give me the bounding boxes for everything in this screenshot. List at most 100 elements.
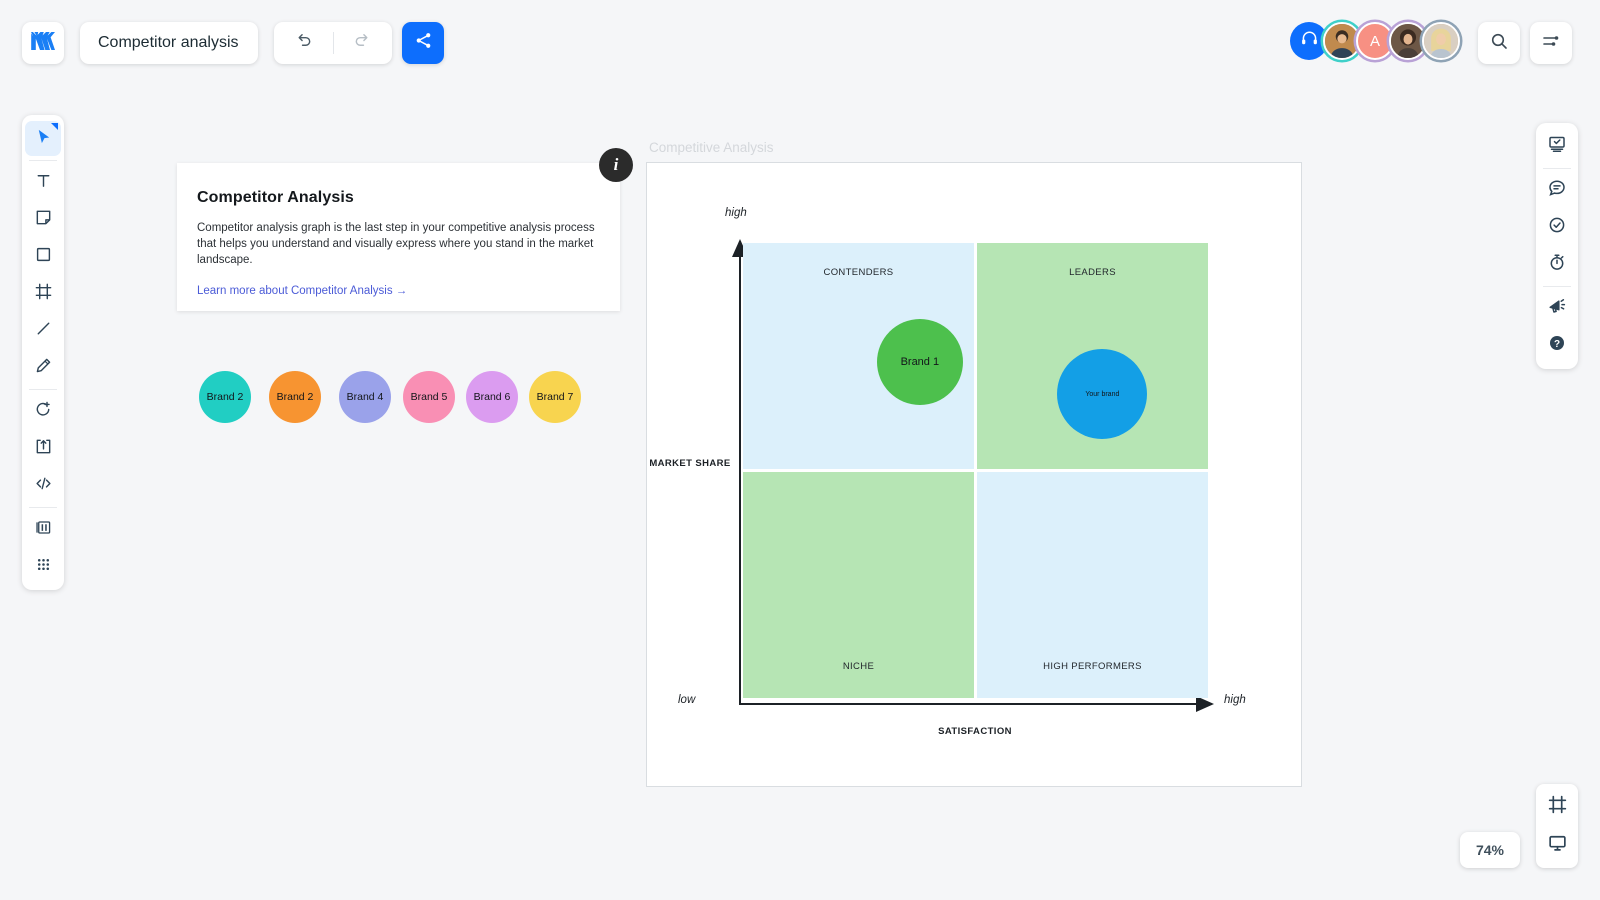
fit-to-frame-button[interactable] (1536, 788, 1578, 826)
quadrant-niche[interactable]: NICHE (743, 472, 974, 698)
brand-chip-label: Brand 6 (473, 391, 511, 403)
brand-chip[interactable]: Brand 2 (199, 371, 251, 423)
brand-chip[interactable]: Brand 5 (403, 371, 455, 423)
sticky-note-icon (34, 208, 53, 232)
brand-chip-label: Brand 2 (206, 391, 244, 403)
quadrant-label: LEADERS (1069, 267, 1116, 278)
zoom-level-button[interactable]: 74% (1459, 832, 1520, 868)
tool-shape[interactable] (22, 238, 64, 275)
info-card-body: Competitor analysis graph is the last st… (197, 222, 595, 266)
tool-upload[interactable] (22, 430, 64, 467)
tool-comment[interactable] (22, 393, 64, 430)
board-title-text: Competitor analysis (98, 34, 239, 51)
rail-comments[interactable] (1536, 172, 1578, 209)
brand-bubble[interactable]: Your brand (1057, 349, 1148, 440)
quadrant-high-performers[interactable]: HIGH PERFORMERS (977, 472, 1208, 698)
y-axis-title-text: MARKET SHARE (649, 458, 731, 469)
rail-present[interactable] (1536, 128, 1578, 165)
quadrant-label: HIGH PERFORMERS (1043, 661, 1142, 672)
tool-sticky-note[interactable] (22, 201, 64, 238)
tool-line[interactable] (22, 312, 64, 349)
board-settings-button[interactable] (1530, 22, 1572, 64)
tool-templates[interactable] (22, 511, 64, 548)
rail-voting[interactable] (1536, 209, 1578, 246)
redo-button[interactable] (334, 22, 393, 64)
frame-icon (34, 282, 53, 306)
pen-icon (34, 356, 53, 380)
brand-chip[interactable]: Brand 7 (529, 371, 581, 423)
search-icon (1489, 31, 1509, 56)
rail-separator (1543, 168, 1571, 169)
share-icon (414, 31, 433, 55)
fit-to-screen-button[interactable] (1536, 826, 1578, 864)
headphones-icon (1300, 29, 1319, 53)
user-avatar-4[interactable] (1422, 22, 1460, 60)
toolbar-separator (29, 389, 57, 390)
svg-text:?: ? (1554, 339, 1560, 350)
toolbar-separator (29, 507, 57, 508)
rail-timer[interactable] (1536, 246, 1578, 283)
sliders-icon (1541, 31, 1561, 56)
toolbar-separator (29, 160, 57, 161)
avatar-photo (1325, 24, 1359, 58)
apps-grid-icon (34, 555, 53, 579)
brand-chip[interactable]: Brand 6 (466, 371, 518, 423)
code-icon (34, 474, 53, 498)
brand-chip-label: Brand 2 (276, 391, 314, 403)
x-axis-title: SATISFACTION (938, 726, 1012, 737)
tool-embed-code[interactable] (22, 467, 64, 504)
y-axis-high-label: high (725, 207, 747, 219)
miro-logo-button[interactable] (22, 22, 64, 64)
comment-add-icon (34, 400, 53, 424)
x-axis-high-label: high (1224, 694, 1246, 706)
info-card: Competitor Analysis Competitor analysis … (177, 163, 620, 311)
quadrant-chart: high low high MARKET SHARE SATISFACTION … (647, 163, 1303, 788)
undo-icon (294, 31, 313, 55)
miro-logo-icon (31, 31, 55, 55)
check-circle-icon (1547, 215, 1567, 240)
square-icon (34, 245, 53, 269)
tool-text[interactable] (22, 164, 64, 201)
rail-announce[interactable] (1536, 290, 1578, 327)
share-button[interactable] (402, 22, 444, 64)
brand-chip-label: Brand 4 (346, 391, 384, 403)
presentation-icon (1547, 134, 1567, 159)
frame-icon (1547, 794, 1568, 820)
avatar-photo (1391, 24, 1425, 58)
collaborator-avatars: A (1290, 22, 1460, 60)
tool-select[interactable] (22, 120, 64, 157)
left-toolbar (22, 115, 64, 590)
tool-apps[interactable] (22, 548, 64, 585)
info-card-link[interactable]: Learn more about Competitor Analysis → (197, 285, 407, 297)
help-circle-icon: ? (1547, 333, 1567, 358)
top-toolbar: Competitor analysis A (0, 0, 1600, 86)
tool-options-corner-icon (51, 123, 58, 130)
redo-icon (353, 31, 372, 55)
upload-icon (34, 437, 53, 461)
board-title[interactable]: Competitor analysis (80, 22, 258, 64)
view-controls (1536, 784, 1578, 868)
rail-help[interactable]: ? (1536, 327, 1578, 364)
search-button[interactable] (1478, 22, 1520, 64)
timer-icon (1547, 252, 1567, 277)
info-badge[interactable]: i (599, 148, 633, 182)
competitive-analysis-frame: high low high MARKET SHARE SATISFACTION … (646, 162, 1302, 787)
quadrant-label: NICHE (842, 661, 875, 672)
right-rail: ? (1536, 123, 1578, 369)
brand-bubble[interactable]: Brand 1 (876, 319, 963, 406)
brand-chip-label: Brand 5 (410, 391, 448, 403)
comment-bubble-icon (1547, 178, 1567, 203)
cursor-icon (34, 127, 53, 151)
brand-chip[interactable]: Brand 2 (269, 371, 321, 423)
history-controls (274, 22, 392, 64)
templates-icon (34, 518, 53, 542)
frame-title[interactable]: Competitive Analysis (649, 140, 774, 155)
megaphone-icon (1547, 296, 1567, 321)
tool-frame[interactable] (22, 275, 64, 312)
brand-chip[interactable]: Brand 4 (339, 371, 391, 423)
undo-button[interactable] (274, 22, 333, 64)
avatar-initial: A (1369, 32, 1380, 50)
tool-pen[interactable] (22, 349, 64, 386)
y-axis-title: MARKET SHARE (647, 458, 733, 471)
quadrant-label: CONTENDERS (823, 267, 894, 278)
